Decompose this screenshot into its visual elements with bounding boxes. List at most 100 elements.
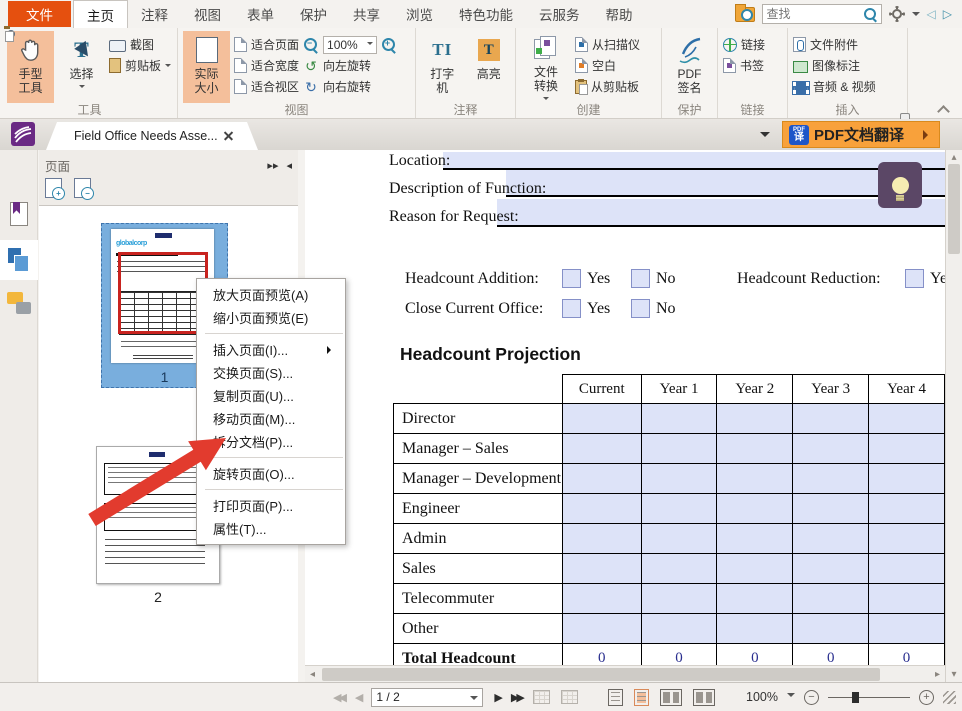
menu-item-print-pages[interactable]: 打印页面(P)...: [197, 494, 345, 517]
scroll-right-icon[interactable]: ▸: [930, 669, 945, 680]
table-cell[interactable]: [793, 464, 869, 494]
continuous-facing-view-icon[interactable]: [693, 689, 715, 706]
table-cell[interactable]: [793, 614, 869, 644]
zoom-in-button[interactable]: +: [919, 690, 934, 705]
table-cell[interactable]: [869, 584, 945, 614]
page-number-combo[interactable]: 1 / 2: [371, 688, 483, 707]
pages-panel-button[interactable]: [0, 240, 38, 280]
search-box[interactable]: [762, 4, 882, 24]
table-cell[interactable]: [717, 614, 793, 644]
table-cell[interactable]: [717, 524, 793, 554]
table-cell[interactable]: [793, 584, 869, 614]
table-cell[interactable]: [641, 614, 717, 644]
continuous-view-icon[interactable]: [634, 689, 649, 706]
headcount-reduction-yes-checkbox[interactable]: [905, 269, 924, 288]
zoom-out-button[interactable]: −: [804, 690, 819, 705]
table-cell[interactable]: [562, 434, 641, 464]
enlarge-thumbnail-icon[interactable]: [45, 178, 62, 198]
menu-form[interactable]: 表单: [234, 0, 287, 28]
table-cell[interactable]: [562, 554, 641, 584]
menu-item-duplicate-pages[interactable]: 复制页面(U)...: [197, 384, 345, 407]
search-icon[interactable]: [863, 7, 877, 21]
table-cell[interactable]: [641, 494, 717, 524]
zoom-level-dropdown[interactable]: 100%: [323, 36, 377, 54]
actual-size-button[interactable]: 实际大小: [183, 31, 230, 103]
menu-file[interactable]: 文件: [8, 1, 71, 27]
table-cell[interactable]: [717, 464, 793, 494]
table-cell[interactable]: [793, 524, 869, 554]
table-cell[interactable]: [562, 614, 641, 644]
rotate-left-button[interactable]: ↺ 向左旋转: [303, 56, 397, 75]
select-tool-button[interactable]: T 选择: [58, 31, 105, 103]
bookmark-button[interactable]: 书签: [723, 56, 765, 75]
table-cell[interactable]: [717, 554, 793, 584]
close-office-no-checkbox[interactable]: [631, 299, 650, 318]
menu-item-rotate-pages[interactable]: 旋转页面(O)...: [197, 462, 345, 485]
image-annotation-button[interactable]: 图像标注: [793, 56, 876, 75]
single-page-view-icon[interactable]: [608, 689, 623, 706]
table-cell[interactable]: [717, 434, 793, 464]
table-cell[interactable]: [717, 494, 793, 524]
menu-item-enlarge-preview[interactable]: 放大页面预览(A): [197, 283, 345, 306]
table-cell[interactable]: [793, 554, 869, 584]
table-cell[interactable]: [641, 404, 717, 434]
menu-item-insert-pages[interactable]: 插入页面(I)...: [197, 338, 345, 361]
table-cell[interactable]: [793, 404, 869, 434]
tab-close-icon[interactable]: [222, 129, 236, 143]
menu-help[interactable]: 帮助: [593, 0, 646, 28]
bookmarks-panel-button[interactable]: [0, 202, 38, 226]
menu-browse[interactable]: 浏览: [393, 0, 446, 28]
menu-view[interactable]: 视图: [181, 0, 234, 28]
from-scanner-button[interactable]: 从扫描仪: [575, 35, 640, 54]
ribbon-collapse-icon[interactable]: [938, 104, 948, 114]
tab-list-caret-icon[interactable]: [760, 132, 770, 142]
search-input[interactable]: [767, 7, 860, 21]
highlight-button[interactable]: T 高亮: [468, 31, 511, 103]
history-back-icon[interactable]: ◁: [927, 7, 936, 21]
tip-lightbulb-button[interactable]: [878, 162, 922, 208]
reduce-thumbnail-icon[interactable]: [74, 178, 91, 198]
blank-page-button[interactable]: 空白: [575, 56, 640, 75]
headcount-addition-yes-checkbox[interactable]: [562, 269, 581, 288]
rotate-right-button[interactable]: ↻ 向右旋转: [303, 77, 397, 96]
horizontal-scrollbar[interactable]: ◂ ▸: [305, 665, 945, 682]
panel-collapse-icon[interactable]: ◂: [286, 159, 292, 172]
scroll-down-icon[interactable]: ▾: [946, 669, 962, 680]
first-page-icon[interactable]: ◀◀: [333, 691, 344, 704]
menu-protect[interactable]: 保护: [287, 0, 340, 28]
file-convert-button[interactable]: 文件转换: [521, 31, 571, 103]
table-cell[interactable]: [641, 554, 717, 584]
zoom-slider[interactable]: [828, 691, 910, 704]
table-cell[interactable]: [717, 584, 793, 614]
menu-features[interactable]: 特色功能: [446, 0, 526, 28]
document-tab[interactable]: Field Office Needs Asse...: [46, 122, 258, 150]
table-cell[interactable]: [869, 494, 945, 524]
fit-visible-button[interactable]: 适合视区: [234, 77, 299, 96]
menu-item-swap-pages[interactable]: 交换页面(S)...: [197, 361, 345, 384]
pdf-sign-button[interactable]: PDF签名: [667, 31, 712, 103]
return-view-icon[interactable]: [561, 690, 578, 704]
last-page-icon[interactable]: ▶▶: [511, 691, 522, 704]
table-cell[interactable]: [869, 524, 945, 554]
go-to-view-icon[interactable]: [533, 690, 550, 704]
screenshot-button[interactable]: 截图: [109, 35, 171, 54]
gear-icon[interactable]: [889, 6, 905, 22]
table-cell[interactable]: [793, 434, 869, 464]
clipboard-button[interactable]: 剪贴板: [109, 56, 171, 75]
facing-view-icon[interactable]: [660, 689, 682, 706]
table-cell[interactable]: [869, 434, 945, 464]
table-cell[interactable]: [562, 464, 641, 494]
vertical-scrollbar[interactable]: ▴ ▾: [945, 150, 962, 682]
table-cell[interactable]: [562, 524, 641, 554]
close-office-yes-checkbox[interactable]: [562, 299, 581, 318]
zoom-preset-caret-icon[interactable]: [787, 693, 795, 701]
history-forward-icon[interactable]: ▷: [943, 7, 952, 21]
search-in-folder-icon[interactable]: [735, 7, 755, 22]
zoom-in-icon[interactable]: +: [381, 37, 397, 53]
menu-item-move-pages[interactable]: 移动页面(M)...: [197, 407, 345, 430]
scroll-left-icon[interactable]: ◂: [305, 669, 320, 680]
typewriter-button[interactable]: TI 打字机: [421, 31, 464, 103]
from-clipboard-button[interactable]: 从剪贴板: [575, 77, 640, 96]
hand-tool-button[interactable]: 手型工具: [7, 31, 54, 103]
comments-panel-button[interactable]: [0, 292, 38, 314]
